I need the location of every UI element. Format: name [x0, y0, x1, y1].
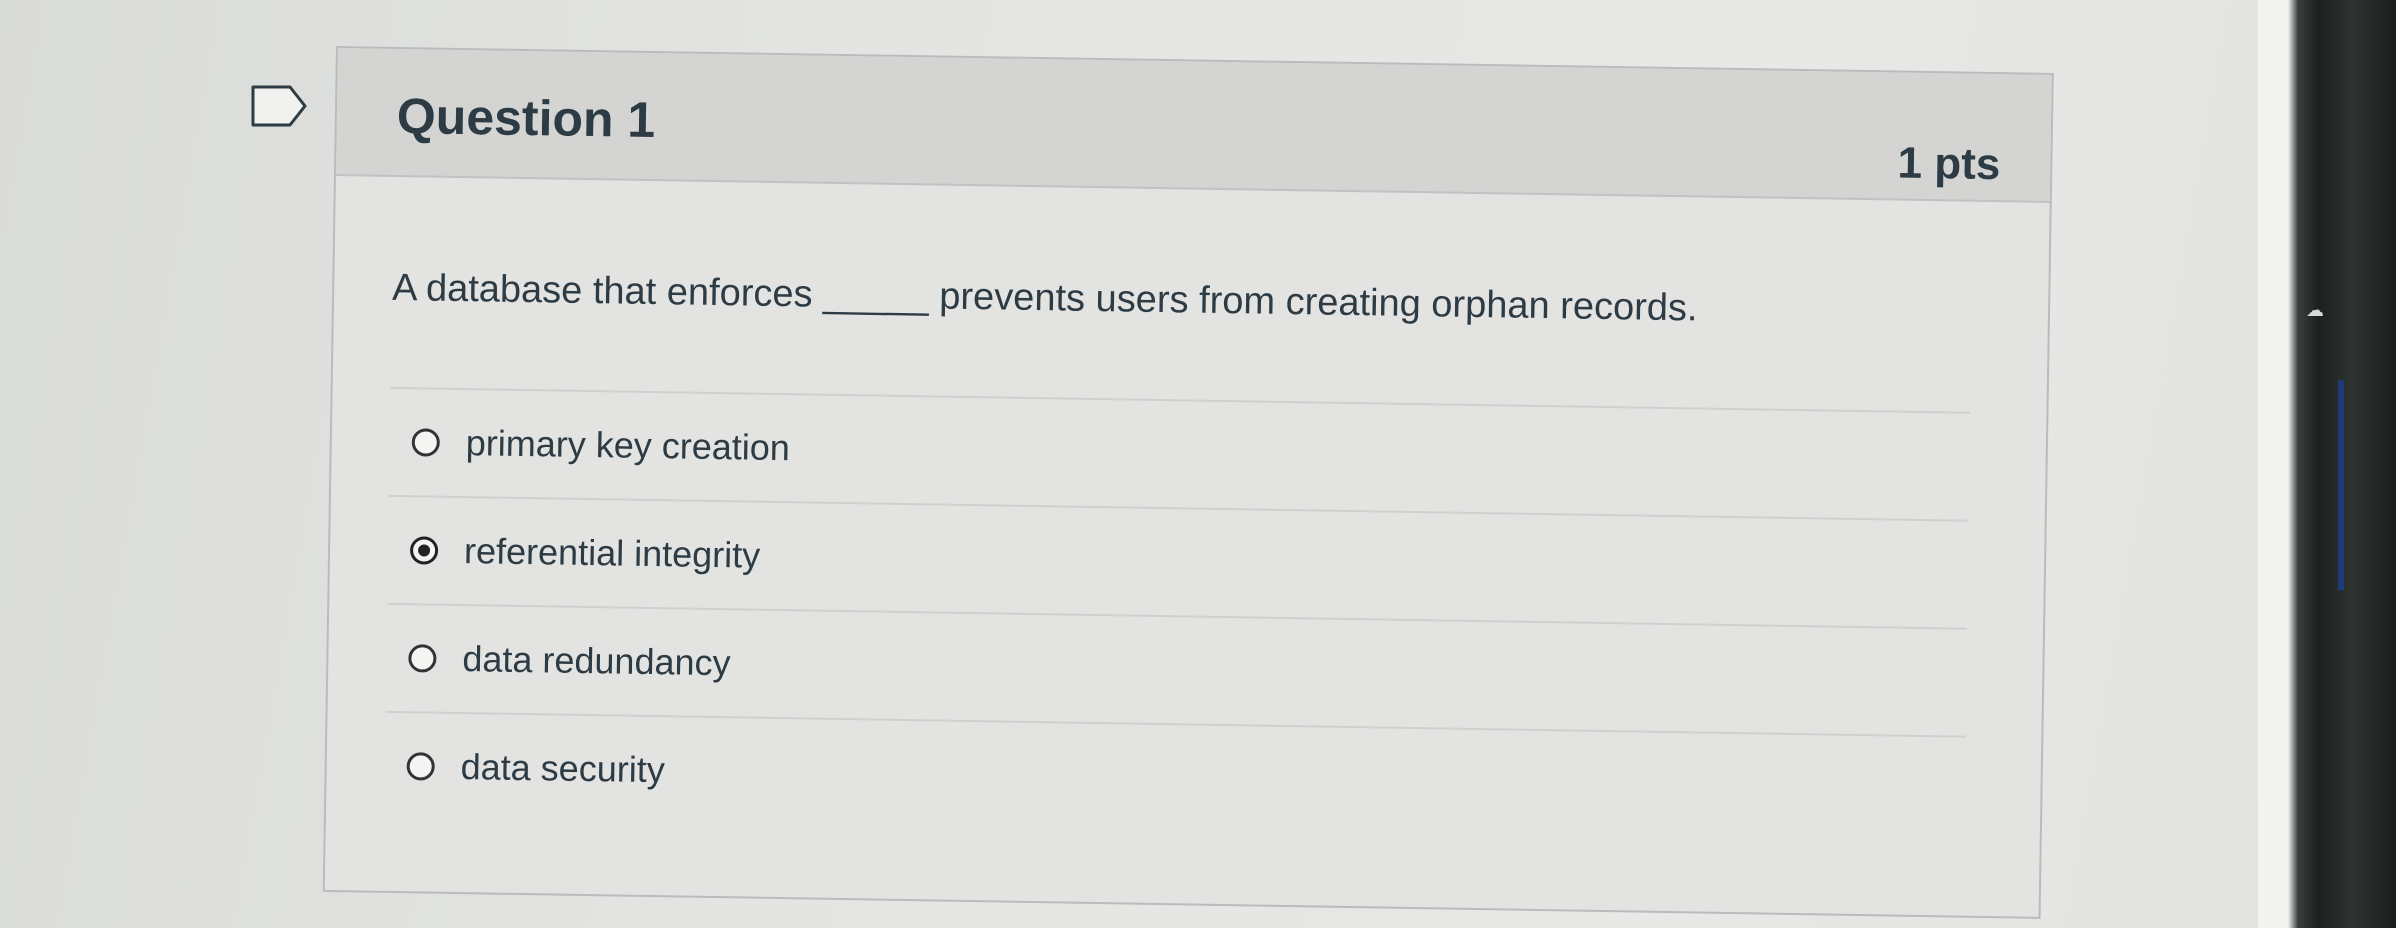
radio-button[interactable] [411, 428, 441, 457]
cloud-icon: ☁ [2306, 300, 2324, 320]
radio-button[interactable] [406, 752, 435, 781]
answer-label: primary key creation [465, 422, 791, 469]
bookmark-flag-icon[interactable] [250, 84, 308, 128]
answer-label: data redundancy [462, 638, 731, 684]
answer-list: primary key creation referential integri… [383, 386, 1971, 844]
question-text: A database that enforces _____ prevents … [391, 266, 1698, 330]
question-points: 1 pts [1897, 138, 2001, 190]
monitor-bezel [2258, 0, 2396, 928]
answer-label: referential integrity [463, 530, 761, 576]
question-header: Question 1 1 pts [335, 48, 2052, 203]
radio-button-selected[interactable] [409, 536, 439, 565]
question-card: Question 1 1 pts A database that enforce… [322, 46, 2054, 919]
question-title: Question 1 [396, 87, 656, 149]
bezel-indicator [2338, 380, 2344, 590]
radio-button[interactable] [408, 644, 437, 673]
answer-label: data security [460, 746, 666, 791]
